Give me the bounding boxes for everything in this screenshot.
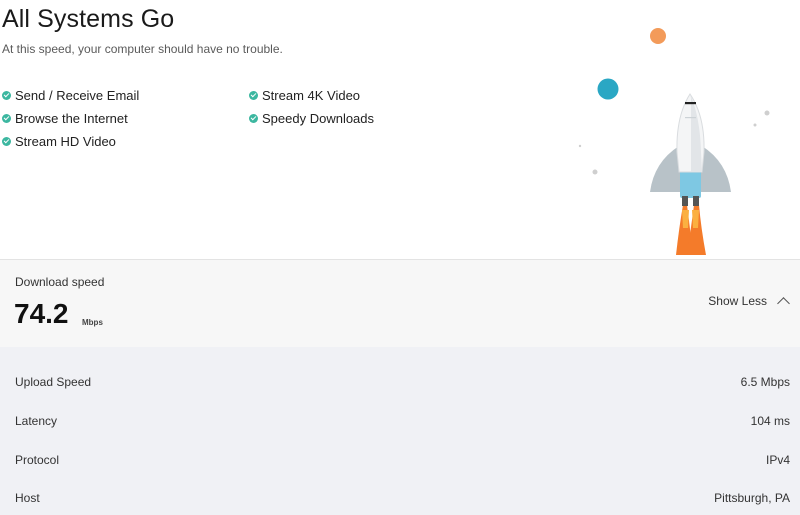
check-circle-icon: [249, 114, 258, 123]
rocket-illustration: [570, 20, 800, 259]
chevron-up-icon: [777, 297, 790, 310]
teal-bubble: [597, 78, 619, 100]
result-hero: All Systems Go At this speed, your compu…: [0, 0, 800, 259]
capability-label: Send / Receive Email: [15, 88, 140, 103]
capability-label: Speedy Downloads: [262, 111, 375, 126]
capability-item: Stream 4K Video: [249, 88, 360, 103]
detail-value: 6.5 Mbps: [740, 375, 790, 389]
check-circle-icon: [249, 91, 258, 100]
detail-value: Pittsburgh, PA: [714, 491, 790, 505]
result-subtitle: At this speed, your computer should have…: [2, 42, 283, 56]
capability-item: Speedy Downloads: [249, 111, 374, 126]
capability-label: Browse the Internet: [15, 111, 128, 126]
download-unit: Mbps: [82, 318, 103, 327]
show-less-toggle[interactable]: Show Less: [708, 294, 790, 310]
orange-bubble: [650, 28, 666, 44]
detail-row-latency: Latency 104 ms: [0, 414, 800, 434]
download-panel: Download speed 74.2 Mbps Show Less: [0, 259, 800, 347]
detail-label: Latency: [15, 414, 58, 428]
detail-label: Upload Speed: [15, 375, 92, 389]
toggle-label: Show Less: [708, 294, 767, 308]
details-panel: Upload Speed 6.5 Mbps Latency 104 ms Pro…: [0, 347, 800, 515]
check-circle-icon: [2, 137, 11, 146]
detail-row-host: Host Pittsburgh, PA: [0, 491, 800, 511]
capability-item: Send / Receive Email: [2, 88, 139, 103]
capability-label: Stream 4K Video: [262, 88, 361, 103]
capability-item: Browse the Internet: [2, 111, 128, 126]
check-circle-icon: [2, 91, 11, 100]
check-circle-icon: [2, 114, 11, 123]
capability-label: Stream HD Video: [15, 134, 116, 149]
detail-row-upload: Upload Speed 6.5 Mbps: [0, 375, 800, 395]
detail-value: IPv4: [765, 453, 790, 467]
capability-item: Stream HD Video: [2, 134, 116, 149]
result-title: All Systems Go: [2, 5, 175, 33]
rocket-icon: [578, 28, 770, 255]
detail-row-protocol: Protocol IPv4: [0, 453, 800, 473]
detail-label: Host: [15, 491, 40, 505]
detail-label: Protocol: [15, 453, 60, 467]
download-value: 74.2: [14, 298, 69, 329]
detail-value: 104 ms: [750, 414, 790, 428]
download-label: Download speed: [15, 275, 105, 289]
